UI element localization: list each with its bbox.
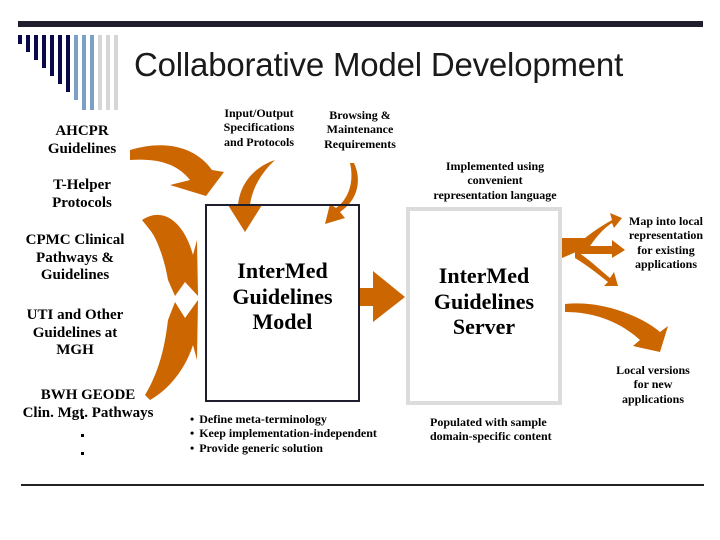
arrow-server-to-map-local (562, 213, 622, 258)
arrow-ahcpr-to-model (130, 145, 224, 196)
model-bullets: Define meta-terminology Keep implementat… (190, 412, 377, 455)
model-box-title: InterMed Guidelines Model (232, 258, 333, 335)
intermed-guidelines-model-box: InterMed Guidelines Model (205, 204, 360, 402)
arrow-server-to-local-versions (565, 303, 668, 352)
label-io-specifications: Input/Output Specifications and Protocol… (223, 106, 295, 149)
arrow-left-lower (145, 300, 198, 400)
model-bullet: Define meta-terminology (190, 412, 377, 426)
source-bwh-geode: BWH GEODE Clin. Mgt. Pathways (22, 387, 154, 421)
server-box-title: InterMed Guidelines Server (433, 263, 535, 340)
arrow-server-to-map-local-low (575, 250, 618, 286)
footer-rule (21, 484, 704, 486)
decorative-bars (18, 35, 118, 110)
label-browsing-maintenance: Browsing & Maintenance Requirements (324, 108, 396, 151)
more-sources-ellipsis (78, 416, 88, 470)
source-ahcpr: AHCPR Guidelines (47, 123, 117, 157)
slide-title: Collaborative Model Development (134, 46, 624, 83)
intermed-guidelines-server-box: InterMed Guidelines Server (406, 207, 562, 405)
header-rule (18, 21, 703, 27)
source-uti-mgh: UTI and Other Guidelines at MGH (26, 307, 124, 359)
arrow-left-upper (142, 214, 198, 296)
source-cpmc: CPMC Clinical Pathways & Guidelines (25, 232, 125, 284)
server-header-label: Implemented using convenient representat… (433, 159, 557, 202)
model-bullet: Keep implementation-independent (190, 426, 377, 440)
model-bullet: Provide generic solution (190, 441, 377, 455)
source-t-helper: T-Helper Protocols (52, 177, 112, 211)
arrow-model-to-server (360, 271, 405, 322)
server-footer-label: Populated with sample domain-specific co… (430, 415, 552, 444)
label-map-into-local: Map into local representation for existi… (628, 214, 704, 272)
label-local-versions: Local versions for new applications (616, 363, 690, 406)
